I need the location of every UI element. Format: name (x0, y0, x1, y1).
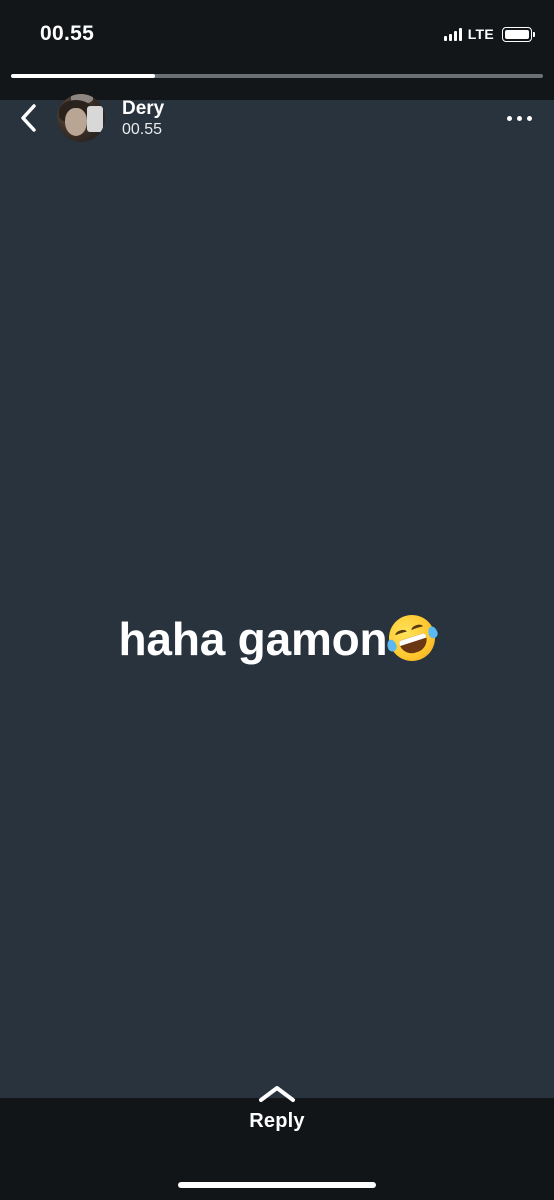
battery-icon (502, 26, 535, 42)
story-canvas[interactable] (0, 100, 554, 1098)
more-horizontal-icon (506, 115, 512, 121)
story-text: haha gamon (0, 609, 554, 667)
rolling-laughing-emoji-icon (383, 609, 442, 667)
story-progress-bar (11, 74, 543, 78)
story-timestamp: 00.55 (122, 121, 163, 138)
more-options-button[interactable] (500, 104, 538, 132)
signal-strength-icon (443, 27, 462, 41)
bottom-bar: Reply (0, 1086, 554, 1200)
story-progress-fill (11, 74, 155, 78)
avatar[interactable] (57, 94, 105, 142)
status-bar: 00.55 LTE (0, 0, 554, 100)
network-type: LTE (467, 26, 494, 42)
reply-button[interactable]: Reply (227, 1086, 327, 1174)
back-button[interactable] (14, 102, 44, 134)
home-indicator[interactable] (178, 1182, 376, 1188)
chevron-left-icon (21, 104, 36, 132)
contact-name[interactable]: Dery (122, 98, 164, 120)
reply-label: Reply (249, 1110, 305, 1132)
story-header: Dery 00.55 (0, 90, 554, 150)
status-time: 00.55 (40, 22, 95, 45)
chevron-up-icon (259, 1086, 295, 1102)
story-text-content: haha gamon (118, 613, 388, 665)
status-indicators: LTE (443, 24, 535, 44)
